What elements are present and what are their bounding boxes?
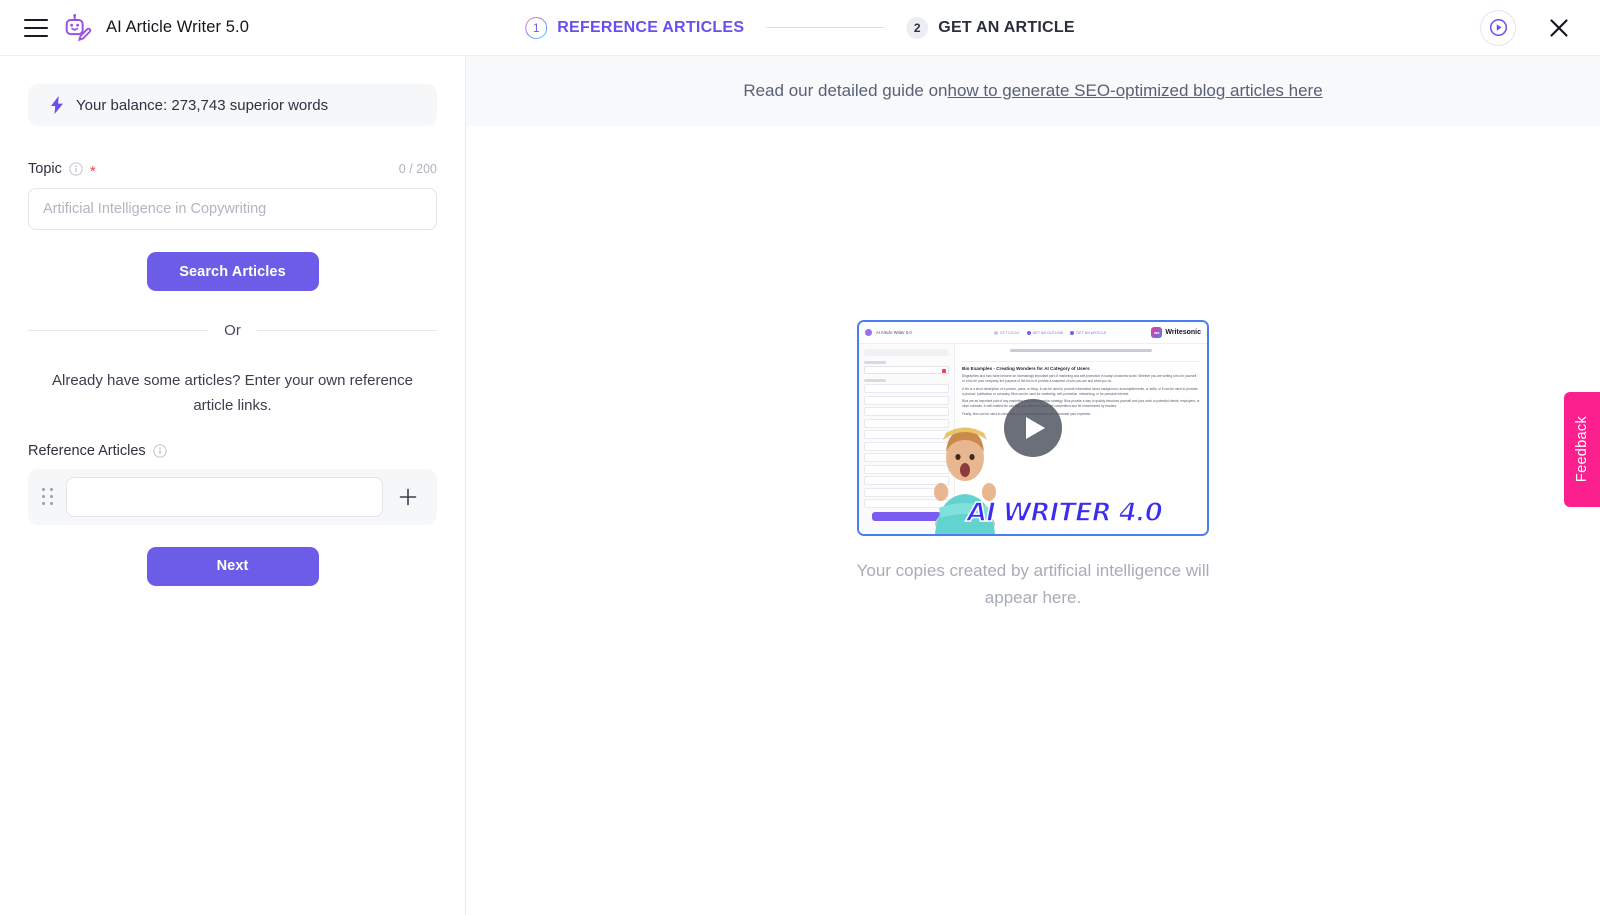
mini-title-input: [864, 366, 949, 375]
guide-banner: Read our detailed guide on how to genera…: [466, 56, 1600, 126]
guide-link[interactable]: how to generate SEO-optimized blog artic…: [948, 81, 1323, 101]
mini-step-dot: [1070, 330, 1075, 335]
step-1-label: REFERENCE ARTICLES: [557, 18, 745, 36]
mini-editor-note: [1009, 349, 1153, 353]
reference-promo-text: Already have some articles? Enter your o…: [51, 372, 413, 414]
plus-icon[interactable]: [395, 484, 421, 510]
video-overlay-title: AI WRITER 4.0: [966, 497, 1163, 529]
topic-field-header: Topic * 0 / 200: [28, 160, 437, 180]
mini-article-title: Bio Examples - Creating Wonders for AI C…: [962, 366, 1090, 372]
mini-step-indicator: GET IDEAS GET AN OUTLINE GET AN ARTICLE: [993, 330, 1107, 335]
or-divider: Or: [28, 322, 438, 339]
main-content-area: AI Article Writer 5.0 GET IDEAS GET AN O…: [466, 126, 1600, 915]
mini-header: AI Article Writer 5.0 GET IDEAS GET AN O…: [859, 322, 1207, 345]
topic-label-row: Topic *: [28, 161, 96, 180]
mini-step-get-outline: GET AN OUTLINE: [1026, 330, 1064, 335]
app-root: AI Article Writer 5.0 1 REFERENCE ARTICL…: [0, 0, 1600, 915]
play-circle-icon[interactable]: [1480, 9, 1516, 46]
mini-app-title: AI Article Writer 5.0: [876, 330, 912, 336]
step-reference-articles[interactable]: 1 REFERENCE ARTICLES: [525, 17, 744, 39]
step-get-an-article[interactable]: 2 GET AN ARTICLE: [906, 16, 1075, 39]
next-button[interactable]: Next: [146, 546, 319, 586]
mini-paragraph: A bio is a short description of a person…: [962, 386, 1198, 396]
lightning-bolt-icon: [51, 96, 63, 114]
mini-step-dot: [1026, 330, 1031, 335]
mini-paragraph: Bios are an important part of any market…: [962, 399, 1200, 409]
search-articles-button[interactable]: Search Articles: [146, 252, 319, 291]
step-indicator: 1 REFERENCE ARTICLES 2 GET AN ARTICLE: [525, 16, 1075, 39]
reference-article-input[interactable]: [66, 476, 383, 517]
balance-text: Your balance: 273,743 superior words: [76, 96, 329, 114]
mini-outline-label: [864, 379, 886, 383]
mini-step-get-article: GET AN ARTICLE: [1070, 330, 1107, 335]
reference-label-row: Reference Articles: [28, 443, 437, 459]
topic-char-counter: 0 / 200: [398, 162, 437, 176]
mini-title-label: [864, 361, 886, 365]
step-connector: [766, 27, 885, 28]
writesonic-brand: ws Writesonic: [1151, 327, 1201, 339]
app-header: AI Article Writer 5.0 1 REFERENCE ARTICL…: [0, 0, 1600, 56]
header-right: [1480, 9, 1600, 46]
tutorial-video-thumbnail[interactable]: AI Article Writer 5.0 GET IDEAS GET AN O…: [857, 320, 1209, 537]
mini-outline-item: [864, 384, 949, 394]
step-1-badge: 1: [525, 17, 547, 39]
sidebar-panel: Your balance: 273,743 superior words Top…: [0, 56, 466, 915]
mini-step-label: GET IDEAS: [999, 330, 1020, 335]
mini-step-label: GET AN ARTICLE: [1076, 330, 1107, 335]
guide-prefix-text: Read our detailed guide on: [743, 81, 948, 100]
mini-step-get-ideas: GET IDEAS: [993, 330, 1020, 335]
close-x-icon[interactable]: [1546, 15, 1572, 41]
balance-banner: Your balance: 273,743 superior words: [28, 84, 437, 126]
mini-logo-icon: [865, 329, 872, 337]
main-panel: Read our detailed guide on how to genera…: [466, 56, 1600, 915]
step-2-badge: 2: [906, 16, 929, 39]
mini-outline-item: [864, 395, 949, 405]
info-circle-icon[interactable]: [153, 443, 167, 458]
topic-label: Topic: [28, 161, 62, 177]
feedback-label: Feedback: [1574, 416, 1590, 483]
topic-input[interactable]: [28, 188, 437, 230]
reference-articles-label: Reference Articles: [28, 442, 146, 459]
mini-paragraph: Biographies and bios have become an incr…: [962, 374, 1197, 383]
writesonic-logo-icon: ws: [1151, 327, 1163, 339]
info-circle-icon[interactable]: [69, 162, 83, 176]
mini-editor-toolbar: [962, 356, 1200, 363]
play-triangle-icon[interactable]: [1004, 399, 1062, 458]
reference-article-row: [28, 468, 437, 525]
or-label: Or: [224, 322, 241, 339]
writesonic-brand-name: Writesonic: [1165, 329, 1201, 337]
topic-required-mark: *: [89, 162, 96, 180]
robot-pencil-logo-icon: [65, 13, 92, 41]
divider-line-left: [28, 330, 209, 331]
mini-step-label: GET AN OUTLINE: [1032, 330, 1064, 335]
divider-line-right: [256, 330, 438, 331]
mini-step-dot: [993, 330, 998, 335]
empty-state-text: Your copies created by artificial intell…: [856, 561, 1210, 607]
step-2-label: GET AN ARTICLE: [938, 18, 1075, 36]
mini-balance-bar: [864, 349, 949, 357]
header-left: AI Article Writer 5.0: [0, 13, 420, 43]
feedback-tab[interactable]: Feedback: [1564, 392, 1600, 507]
body-wrapper: Your balance: 273,743 superior words Top…: [0, 56, 1600, 915]
hamburger-menu-icon[interactable]: [24, 18, 48, 37]
app-title: AI Article Writer 5.0: [106, 18, 250, 36]
drag-handle-icon[interactable]: [42, 487, 54, 506]
